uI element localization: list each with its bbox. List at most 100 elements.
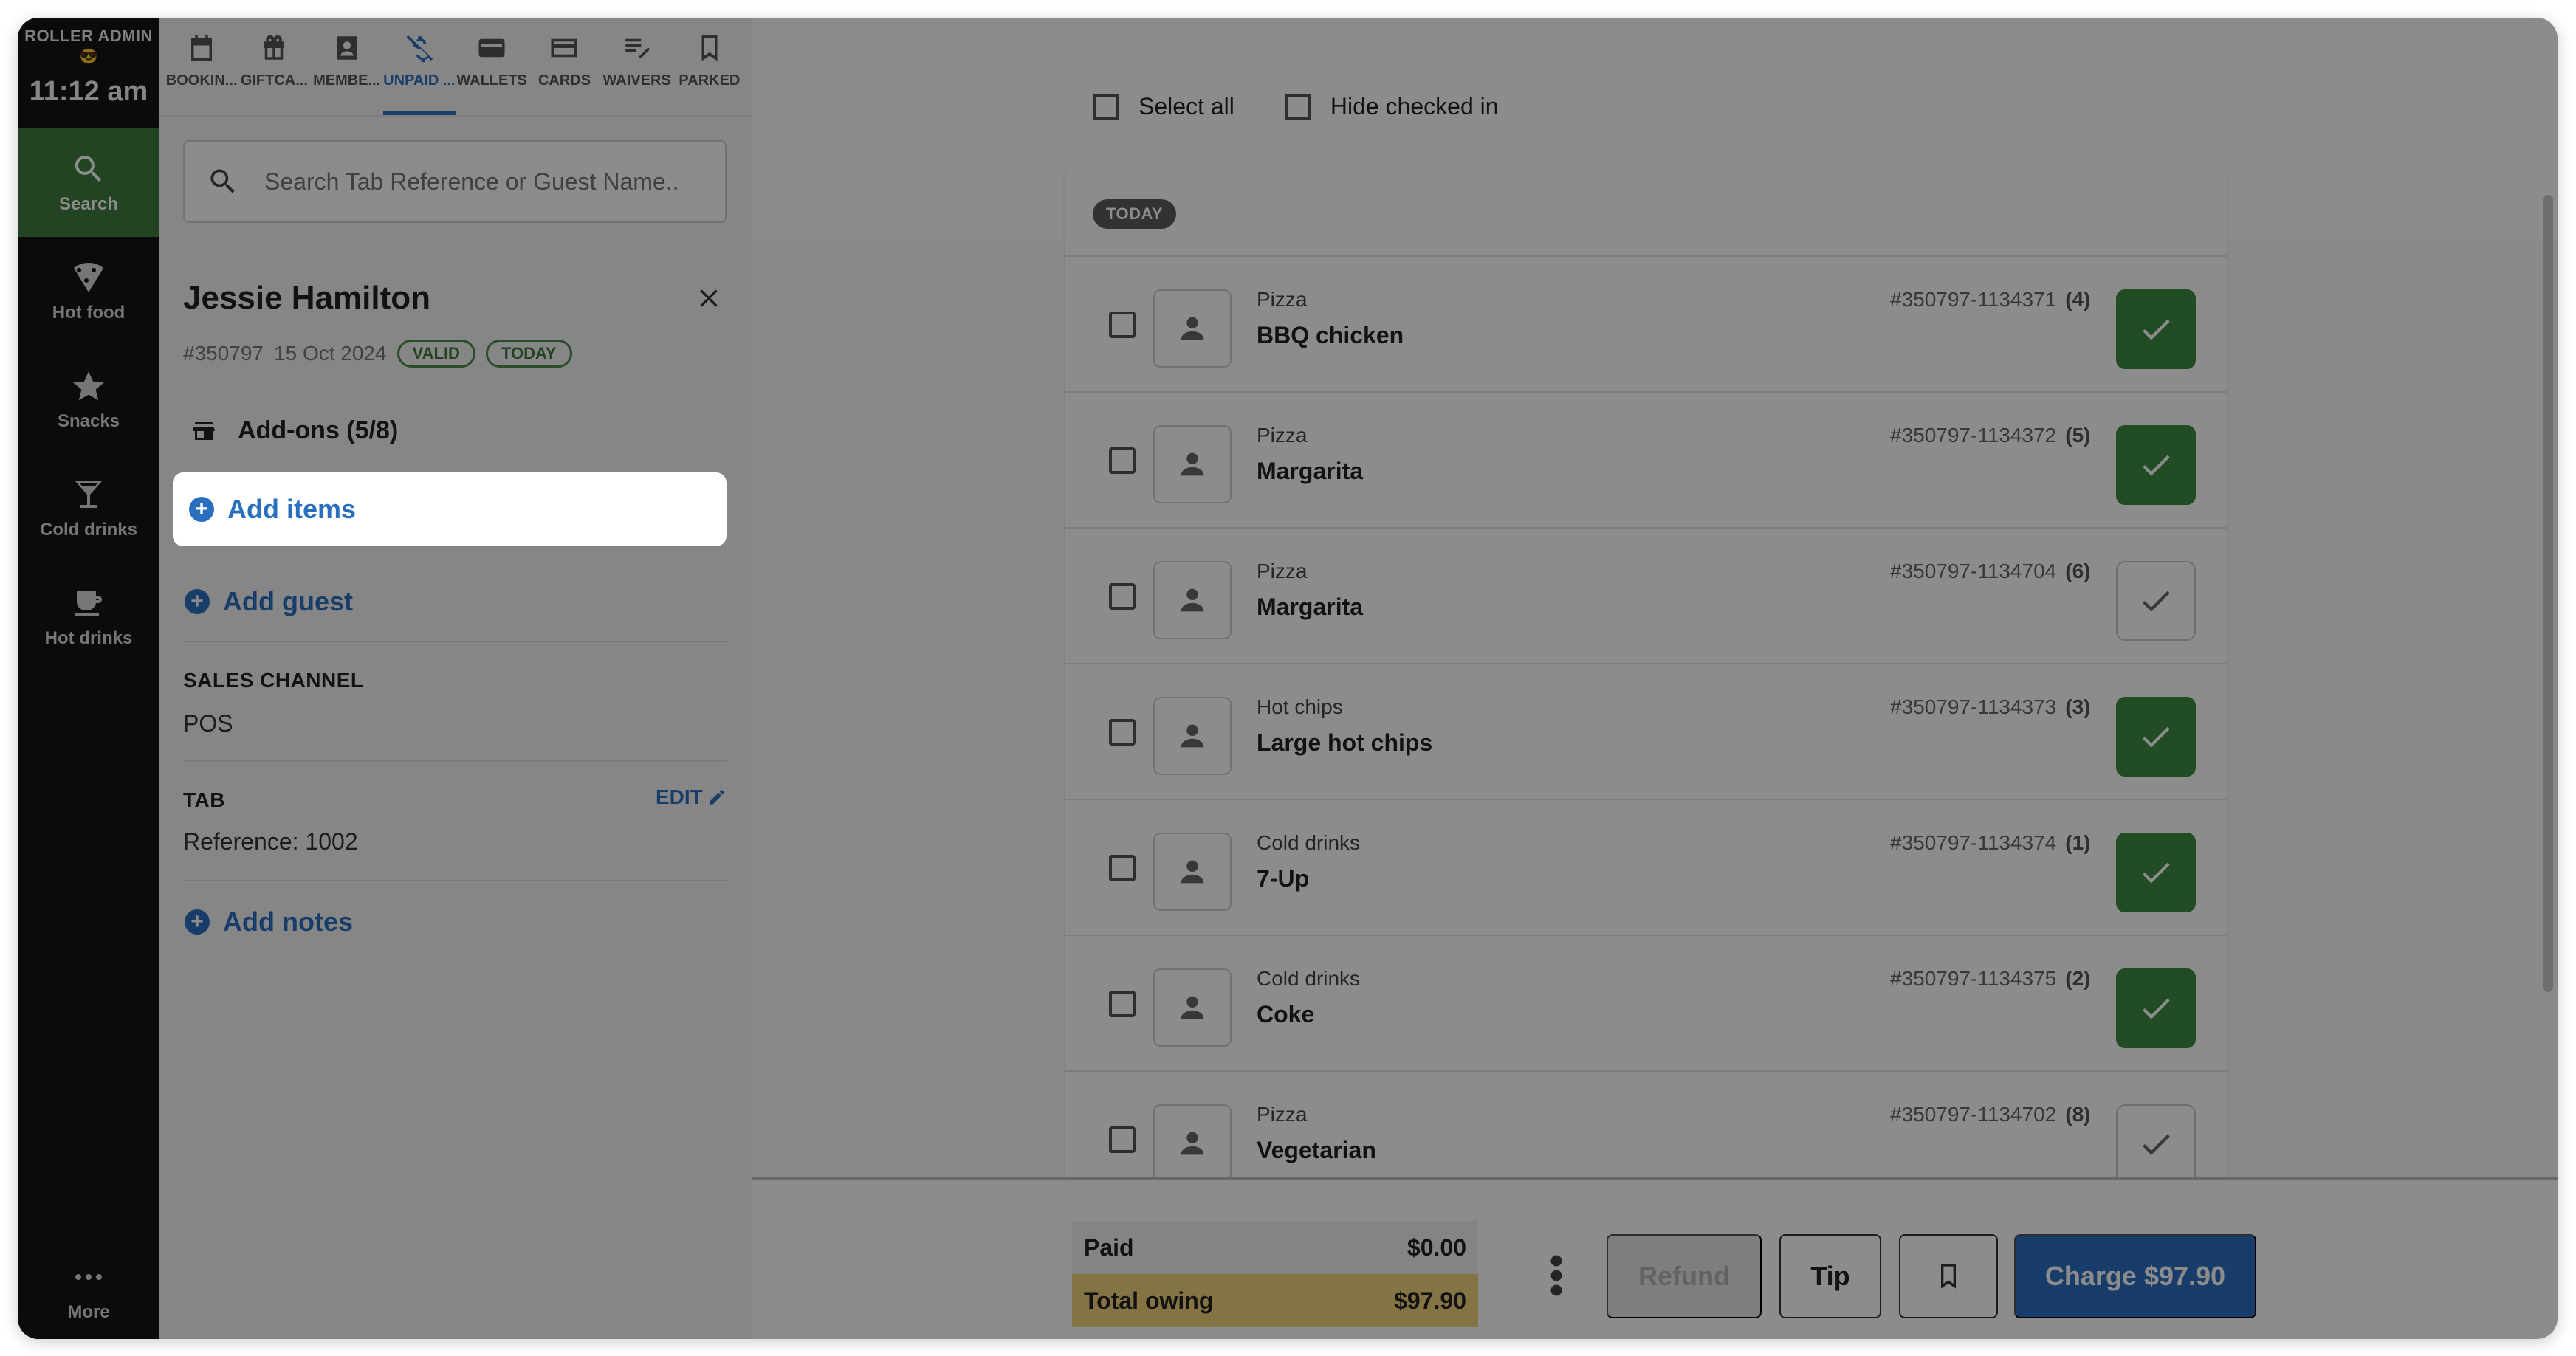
avatar [1153, 1104, 1232, 1178]
item-select-checkbox[interactable] [1109, 312, 1136, 338]
tab-memberships[interactable]: MEMBE... [311, 18, 383, 115]
item-select-checkbox[interactable] [1109, 583, 1136, 610]
check-in-button[interactable] [2116, 833, 2196, 912]
rail-item-hot-drinks[interactable]: Hot drinks [18, 562, 159, 671]
list-item[interactable]: Pizza Margarita #350797-1134704 (6) [1065, 527, 2227, 663]
tab-label: UNPAID ... [383, 72, 456, 89]
list-item[interactable]: Hot chips Large hot chips #350797-1134373 (… [1065, 663, 2227, 799]
cocktail-icon [75, 481, 102, 508]
divider [183, 760, 727, 762]
avatar [1153, 425, 1232, 503]
add-guest-button[interactable]: + Add guest [185, 586, 353, 617]
park-button[interactable] [1899, 1234, 1998, 1318]
divider [183, 641, 727, 642]
plus-circle-icon: + [185, 909, 210, 935]
rail-item-search[interactable]: Search [18, 128, 159, 237]
avatar [1153, 697, 1232, 775]
tab-waivers[interactable]: WAIVERS [601, 18, 673, 115]
rail-item-snacks[interactable]: Snacks [18, 345, 159, 454]
tab-wallets[interactable]: WALLETS [456, 18, 528, 115]
item-ref: #350797-1134372 [1890, 424, 2057, 447]
addons-header[interactable]: Add-ons (5/8) [190, 416, 398, 445]
check-icon [2143, 862, 2170, 884]
tab-section-label: TAB [183, 788, 225, 811]
tab-parked[interactable]: PARKED [673, 18, 746, 115]
avatar [1153, 968, 1232, 1047]
guest-number: #350797 [183, 342, 264, 365]
list-item[interactable]: Cold drinks Coke #350797-1134375 (2) [1065, 935, 2227, 1070]
item-category: Pizza [1257, 1103, 1308, 1126]
item-select-checkbox[interactable] [1109, 447, 1136, 474]
refund-button[interactable]: Refund [1607, 1234, 1762, 1318]
rail-item-label: Cold drinks [39, 519, 137, 540]
rail-item-more[interactable]: More [18, 1243, 159, 1339]
group-chip: TODAY [1093, 199, 1177, 229]
add-guest-label: Add guest [223, 586, 353, 616]
charge-button[interactable]: Charge $97.90 [2014, 1234, 2256, 1318]
hide-checked-in-checkbox[interactable] [1284, 93, 1311, 120]
item-ref: #350797-1134704 [1890, 560, 2057, 582]
list-item[interactable]: Pizza Vegetarian #350797-1134702 (8) [1065, 1070, 2227, 1178]
rail-item-label: Hot drinks [44, 627, 133, 648]
item-select-checkbox[interactable] [1109, 1126, 1136, 1153]
sales-channel-value: POS [183, 710, 233, 737]
list-item[interactable]: Pizza BBQ chicken #350797-1134371 (4) [1065, 255, 2227, 391]
close-button[interactable] [694, 283, 724, 313]
item-ref: #350797-1134371 [1890, 288, 2057, 311]
rail-item-hot-food[interactable]: Hot food [18, 237, 159, 345]
add-notes-button[interactable]: + Add notes [185, 906, 353, 937]
bookmark-icon [1941, 1264, 1956, 1289]
item-ref: #350797-1134375 [1890, 967, 2057, 990]
more-options-button[interactable] [1549, 1253, 1564, 1298]
guest-name: Jessie Hamilton [183, 280, 431, 316]
add-notes-label: Add notes [223, 906, 353, 937]
scrollbar[interactable] [2543, 195, 2553, 992]
paid-row: Paid $0.00 [1072, 1221, 1478, 1274]
check-icon [2143, 319, 2170, 340]
item-category: Hot chips [1257, 695, 1343, 718]
rail-item-label: Hot food [52, 302, 126, 323]
item-category: Pizza [1257, 560, 1308, 582]
search-box[interactable] [183, 140, 727, 223]
list-item[interactable]: Pizza Margarita #350797-1134372 (5) [1065, 391, 2227, 527]
check-in-button[interactable] [2116, 1104, 2196, 1178]
tip-button[interactable]: Tip [1779, 1234, 1881, 1318]
search-input[interactable] [264, 168, 678, 196]
tab-bookings[interactable]: BOOKIN... [165, 18, 238, 115]
addons-label: Add-ons (5/8) [238, 416, 399, 444]
item-name: Margarita [1257, 593, 1364, 620]
item-select-checkbox[interactable] [1109, 719, 1136, 746]
tab-label: WALLETS [456, 72, 527, 89]
tab-cards[interactable]: CARDS [528, 18, 600, 115]
logo-icon: 😎 [79, 49, 98, 65]
rail-item-cold-drinks[interactable]: Cold drinks [18, 454, 159, 562]
add-items-button[interactable]: + Add items [173, 472, 727, 546]
bookmark-icon [701, 35, 718, 61]
item-select-checkbox[interactable] [1109, 991, 1136, 1017]
item-list: Pizza BBQ chicken #350797-1134371 (4) Pizza M… [1065, 255, 2227, 1178]
payment-footer: Paid $0.00 Total owing $97.90 Refund Tip… [752, 1177, 2558, 1339]
check-in-button[interactable] [2116, 561, 2196, 641]
coffee-icon [75, 591, 102, 616]
close-icon [700, 289, 718, 307]
waiver-icon [625, 38, 650, 58]
tab-giftcards[interactable]: GIFTCA... [238, 18, 310, 115]
items-card: TODAY Pizza BBQ chicken #350797-1134371 (4)… [1065, 168, 2227, 1178]
tab-unpaid[interactable]: UNPAID ... [382, 18, 456, 115]
item-reference: #350797-1134374 (1) [1890, 831, 2091, 855]
edit-tab-button[interactable]: EDIT [656, 785, 727, 809]
check-in-button[interactable] [2116, 289, 2196, 369]
plus-circle-icon: + [185, 589, 210, 614]
sales-channel-label: SALES CHANNEL [183, 669, 364, 692]
person-icon [1181, 996, 1204, 1019]
select-all-checkbox[interactable] [1093, 93, 1119, 120]
check-in-button[interactable] [2116, 697, 2196, 777]
person-icon [1181, 724, 1204, 748]
more-vertical-icon [1550, 1255, 1562, 1296]
list-item[interactable]: Cold drinks 7-Up #350797-1134374 (1) [1065, 799, 2227, 935]
pencil-icon [710, 790, 724, 805]
pizza-icon [74, 262, 103, 292]
item-select-checkbox[interactable] [1109, 855, 1136, 881]
check-in-button[interactable] [2116, 968, 2196, 1048]
check-in-button[interactable] [2116, 425, 2196, 505]
